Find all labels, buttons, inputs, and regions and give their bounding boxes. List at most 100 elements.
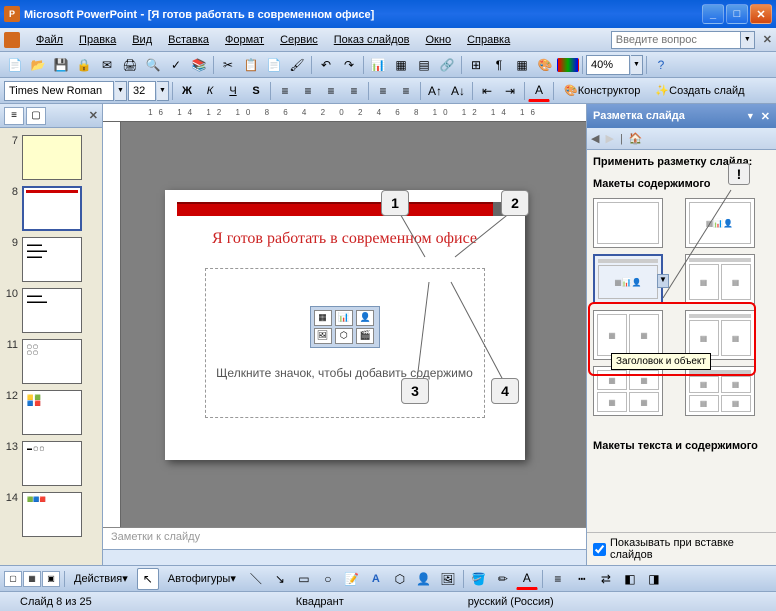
normal-view-button[interactable]: ▢ bbox=[4, 571, 22, 587]
new-slide-button[interactable]: ✨ Создать слайд bbox=[648, 80, 751, 102]
system-menu-icon[interactable] bbox=[4, 32, 20, 48]
grid-button[interactable]: ▦ bbox=[511, 54, 533, 76]
ask-dropdown[interactable]: ▼ bbox=[741, 31, 755, 49]
slide-thumbnail[interactable]: 11▢ ▢▢ ▢ bbox=[0, 336, 102, 387]
decrease-font-button[interactable]: A↓ bbox=[447, 80, 469, 102]
show-on-insert-checkbox[interactable] bbox=[593, 543, 606, 556]
spelling-button[interactable]: ✓ bbox=[165, 54, 187, 76]
diagram-tool[interactable]: ⬡ bbox=[389, 568, 411, 590]
select-tool[interactable]: ↖ bbox=[137, 568, 159, 590]
align-center-button[interactable]: ≡ bbox=[297, 80, 319, 102]
shadow-style-button[interactable]: ◧ bbox=[619, 568, 641, 590]
tables-borders-button[interactable]: ▤ bbox=[413, 54, 435, 76]
arrow-tool[interactable]: ↘ bbox=[269, 568, 291, 590]
align-left-button[interactable]: ≡ bbox=[274, 80, 296, 102]
menu-help[interactable]: Справка bbox=[459, 31, 518, 49]
horizontal-scrollbar[interactable] bbox=[103, 549, 586, 565]
email-button[interactable]: ✉ bbox=[96, 54, 118, 76]
ask-question-input[interactable] bbox=[611, 31, 741, 49]
cut-button[interactable]: ✂ bbox=[217, 54, 239, 76]
panel-close-button[interactable]: ✕ bbox=[89, 109, 98, 122]
insert-clipart-icon[interactable]: 👤 bbox=[356, 310, 374, 326]
menu-tools[interactable]: Сервис bbox=[272, 31, 326, 49]
permission-button[interactable]: 🔒 bbox=[73, 54, 95, 76]
maximize-button[interactable]: □ bbox=[726, 4, 748, 24]
taskpane-close-button[interactable]: ✕ bbox=[761, 110, 770, 123]
slide-thumbnail[interactable]: 8 bbox=[0, 183, 102, 234]
clipart-tool[interactable]: 👤 bbox=[413, 568, 435, 590]
line-tool[interactable]: ＼ bbox=[245, 568, 267, 590]
dash-style-button[interactable]: ┅ bbox=[571, 568, 593, 590]
font-color-button[interactable]: A bbox=[516, 568, 538, 590]
font-color-button[interactable]: A bbox=[528, 80, 550, 102]
font-dropdown[interactable]: ▼ bbox=[115, 81, 127, 101]
layout-content[interactable]: ▦📊👤 bbox=[685, 198, 755, 248]
shadow-button[interactable]: S bbox=[245, 80, 267, 102]
designer-button[interactable]: 🎨 Конструктор bbox=[557, 80, 647, 102]
slide-thumbnail[interactable]: 9▬▬▬▬▬▬▬▬▬▬ bbox=[0, 234, 102, 285]
menu-file[interactable]: Файл bbox=[28, 31, 71, 49]
save-button[interactable]: 💾 bbox=[50, 54, 72, 76]
slide-thumbnail[interactable]: 7 bbox=[0, 132, 102, 183]
layout-title-content[interactable]: ▦📊👤▼ bbox=[593, 254, 663, 304]
layout-dropdown-icon[interactable]: ▼ bbox=[657, 274, 669, 288]
nav-forward-button[interactable]: ▶ bbox=[605, 132, 613, 145]
textbox-tool[interactable]: 📝 bbox=[341, 568, 363, 590]
layout-4content[interactable]: ▦▦▦▦ bbox=[593, 366, 663, 416]
slides-tab[interactable]: ▢ bbox=[26, 107, 46, 125]
menu-format[interactable]: Формат bbox=[217, 31, 272, 49]
3d-style-button[interactable]: ◨ bbox=[643, 568, 665, 590]
increase-font-button[interactable]: A↑ bbox=[424, 80, 446, 102]
fontsize-combo[interactable]: 32 bbox=[128, 81, 156, 101]
layout-title-2content[interactable]: ▦▦ bbox=[685, 254, 755, 304]
fill-color-button[interactable]: 🪣 bbox=[468, 568, 490, 590]
autoshapes-menu[interactable]: Автофигуры ▾ bbox=[161, 568, 243, 590]
notes-pane[interactable]: Заметки к слайду bbox=[103, 527, 586, 549]
outline-tab[interactable]: ≡ bbox=[4, 107, 24, 125]
mdi-close-button[interactable]: ✕ bbox=[763, 33, 772, 46]
thumbnail-list[interactable]: 7 8 9▬▬▬▬▬▬▬▬▬▬ 10▬▬▬▬▬▬▬ 11▢ ▢▢ ▢ 12🟨 🟩… bbox=[0, 128, 102, 565]
menu-slideshow[interactable]: Показ слайдов bbox=[326, 31, 418, 49]
fontsize-dropdown[interactable]: ▼ bbox=[157, 81, 169, 101]
line-style-button[interactable]: ≡ bbox=[547, 568, 569, 590]
arrow-style-button[interactable]: ⇄ bbox=[595, 568, 617, 590]
font-combo[interactable]: Times New Roman bbox=[4, 81, 114, 101]
insert-table-icon[interactable]: ▦ bbox=[314, 310, 332, 326]
editor-canvas[interactable]: Я готов работать в современном офисе ▦ 📊… bbox=[103, 122, 586, 527]
italic-button[interactable]: К bbox=[199, 80, 221, 102]
hyperlink-button[interactable]: 🔗 bbox=[436, 54, 458, 76]
undo-button[interactable]: ↶ bbox=[315, 54, 337, 76]
open-button[interactable]: 📂 bbox=[27, 54, 49, 76]
insert-chart-icon[interactable]: 📊 bbox=[335, 310, 353, 326]
increase-indent-button[interactable]: ⇥ bbox=[499, 80, 521, 102]
expand-button[interactable]: ⊞ bbox=[465, 54, 487, 76]
copy-button[interactable]: 📋 bbox=[240, 54, 262, 76]
print-button[interactable]: 🖨 bbox=[119, 54, 141, 76]
paste-button[interactable]: 📄 bbox=[263, 54, 285, 76]
status-language[interactable]: русский (Россия) bbox=[456, 596, 566, 608]
bullets-button[interactable]: ≡ bbox=[395, 80, 417, 102]
oval-tool[interactable]: ○ bbox=[317, 568, 339, 590]
rectangle-tool[interactable]: ▭ bbox=[293, 568, 315, 590]
slideshow-view-button[interactable]: ▣ bbox=[42, 571, 60, 587]
research-button[interactable]: 📚 bbox=[188, 54, 210, 76]
show-formatting-button[interactable]: ¶ bbox=[488, 54, 510, 76]
wordart-tool[interactable]: A bbox=[365, 568, 387, 590]
current-slide[interactable]: Я готов работать в современном офисе ▦ 📊… bbox=[165, 190, 525, 460]
draw-actions-menu[interactable]: Действия ▾ bbox=[67, 568, 135, 590]
preview-button[interactable]: 🔍 bbox=[142, 54, 164, 76]
menu-view[interactable]: Вид bbox=[124, 31, 160, 49]
slide-thumbnail[interactable]: 14🟩🟦🟥 bbox=[0, 489, 102, 540]
table-button[interactable]: ▦ bbox=[390, 54, 412, 76]
picture-tool[interactable]: 🖼 bbox=[437, 568, 459, 590]
menu-insert[interactable]: Вставка bbox=[160, 31, 217, 49]
nav-back-button[interactable]: ◀ bbox=[591, 132, 599, 145]
slide-thumbnail[interactable]: 13▬ ▢ ▢ bbox=[0, 438, 102, 489]
numbering-button[interactable]: ≡ bbox=[372, 80, 394, 102]
content-placeholder[interactable]: ▦ 📊 👤 🖼 ⬡ 🎬 Щелкните значок, чтобы добав… bbox=[205, 268, 485, 418]
slide-thumbnail[interactable]: 12🟨 🟩🟦 🟥 bbox=[0, 387, 102, 438]
menu-edit[interactable]: Правка bbox=[71, 31, 124, 49]
menu-window[interactable]: Окно bbox=[418, 31, 460, 49]
align-justify-button[interactable]: ≡ bbox=[343, 80, 365, 102]
layout-title-4content[interactable]: ▦▦▦▦ bbox=[685, 366, 755, 416]
